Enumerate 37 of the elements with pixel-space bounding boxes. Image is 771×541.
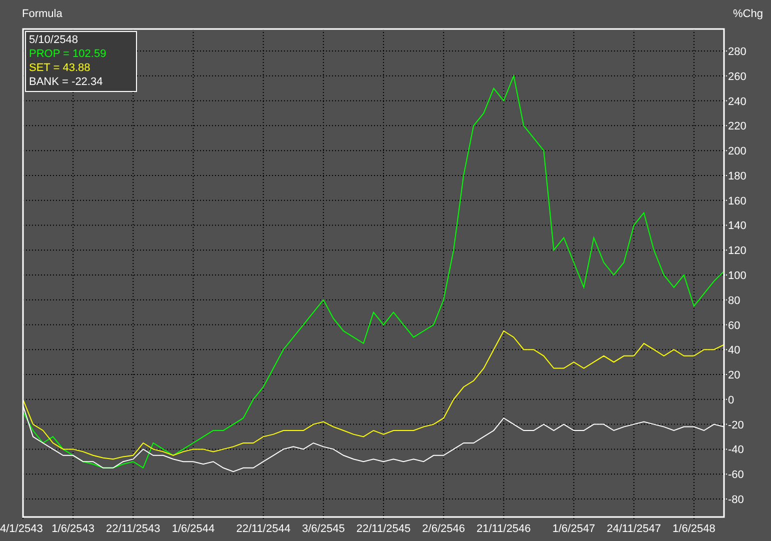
tick-label: 40 (728, 344, 740, 357)
tick-label: 24/11/2547 (606, 523, 661, 535)
tick-label: -20 (728, 419, 744, 432)
tick-label: 22/11/2545 (356, 523, 411, 535)
legend-entry: SET = 43.88 (29, 61, 92, 75)
legend-entry: PROP = 102.59 (29, 47, 108, 61)
legend-date: 5/10/2548 (29, 33, 79, 47)
tick-label: 22/11/2544 (236, 523, 290, 535)
tick-label: 80 (728, 294, 740, 307)
tick-label: 180 (728, 170, 746, 182)
tick-label: 160 (728, 195, 746, 208)
tick-label: -40 (728, 444, 744, 456)
tick-label: 100 (728, 270, 746, 282)
legend-entry: BANK = -22.34 (29, 75, 104, 89)
chart-title: Formula (22, 8, 62, 20)
tick-label: 1/6/2544 (172, 523, 215, 535)
tick-label: 140 (728, 220, 746, 232)
tick-label: -80 (728, 494, 744, 506)
tick-label: 2/6/2546 (422, 523, 466, 535)
tick-label: 20 (728, 370, 740, 382)
tick-label: 240 (728, 96, 746, 108)
tick-label: 22/11/2543 (106, 523, 160, 535)
tick-label: 200 (728, 146, 746, 158)
tick-label: 280 (728, 46, 746, 58)
tick-label: 1/6/2547 (552, 523, 596, 535)
tick-label: 4/1/2543 (0, 523, 43, 535)
tick-label: 3/6/2545 (302, 523, 345, 535)
tick-label: 0 (728, 394, 734, 406)
tick-label: 120 (728, 245, 746, 258)
tick-label: 1/6/2543 (52, 523, 94, 535)
tick-label: -60 (728, 469, 744, 482)
tick-label: 1/6/2548 (672, 523, 716, 535)
axis-label: %Chg (733, 8, 763, 20)
tick-label: 60 (728, 320, 740, 332)
tick-label: 220 (728, 120, 746, 133)
tick-label: 21/11/2546 (476, 523, 531, 535)
tick-label: 260 (728, 70, 746, 83)
